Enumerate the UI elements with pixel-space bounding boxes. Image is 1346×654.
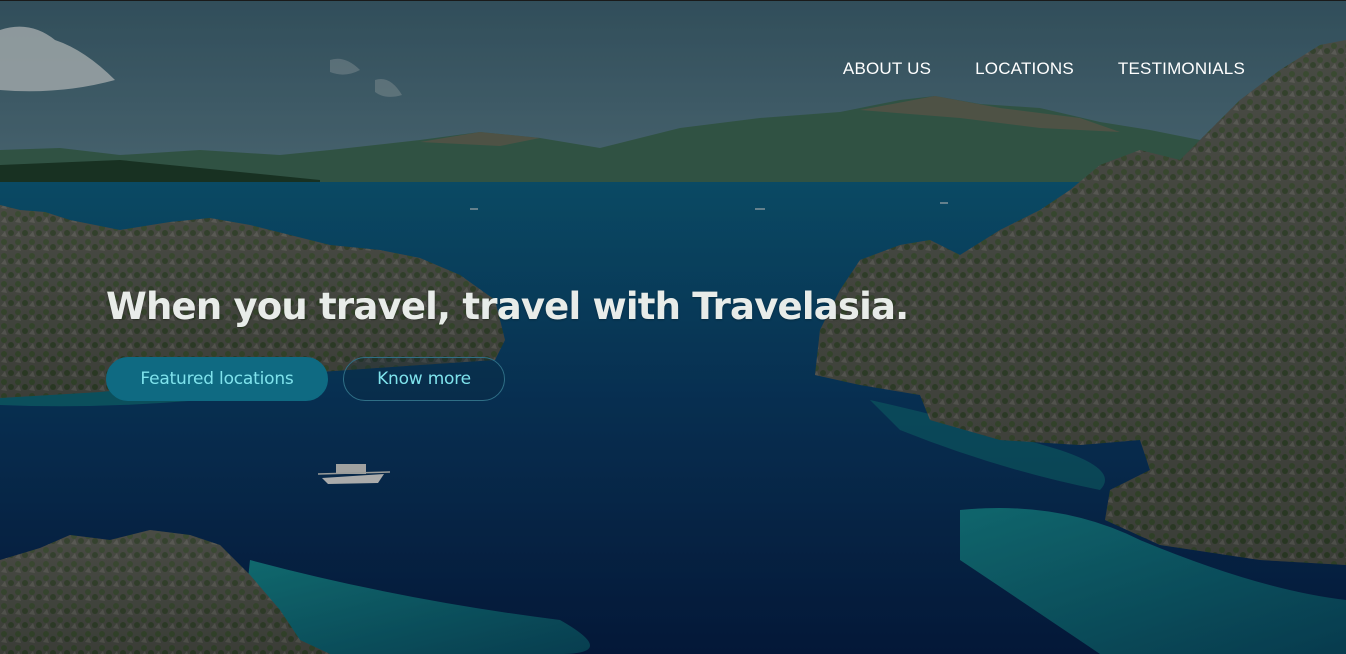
- hero-cta-group: Featured locations Know more: [106, 357, 505, 401]
- nav-locations[interactable]: LOCATIONS: [975, 58, 1074, 80]
- nav-about-us[interactable]: ABOUT US: [843, 58, 931, 80]
- nav-testimonials[interactable]: TESTIMONIALS: [1118, 58, 1245, 80]
- know-more-button[interactable]: Know more: [343, 357, 505, 401]
- hero-headline: When you travel, travel with Travelasia.: [106, 285, 909, 328]
- featured-locations-button[interactable]: Featured locations: [106, 357, 328, 401]
- main-nav: ABOUT US LOCATIONS TESTIMONIALS: [843, 58, 1245, 80]
- hero-section: ABOUT US LOCATIONS TESTIMONIALS When you…: [0, 0, 1346, 654]
- top-border: [0, 0, 1346, 1]
